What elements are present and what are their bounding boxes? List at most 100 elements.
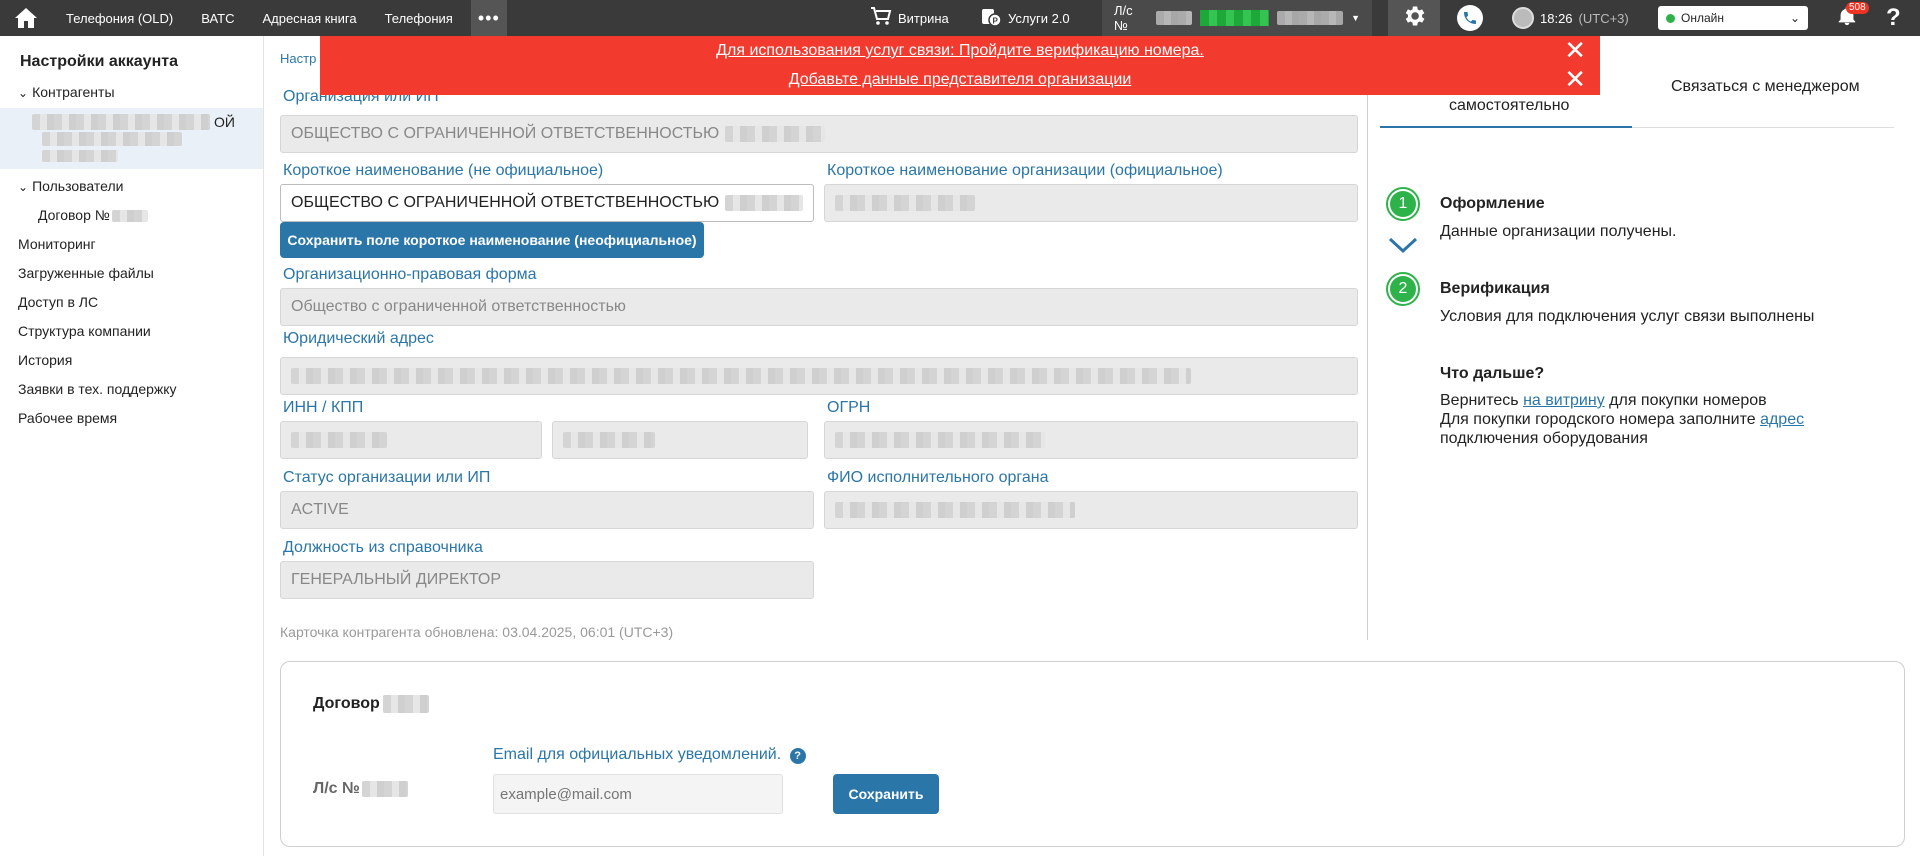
nav-telephony-old[interactable]: Телефония (OLD) <box>52 0 187 36</box>
short-official-field <box>824 184 1358 222</box>
services-link[interactable]: P Услуги 2.0 <box>980 0 1070 36</box>
chevron-down-icon: ⌄ <box>18 86 29 100</box>
email-label: Email для официальных уведомлений. ? <box>493 746 806 764</box>
inn-kpp-label: ИНН / КПП <box>283 399 364 416</box>
account-balance-redacted <box>1200 10 1269 26</box>
tab-contact-manager[interactable]: Связаться с менеджером <box>1671 78 1860 96</box>
sidebar-item-label: Пользователи <box>32 178 124 194</box>
fio-field <box>824 491 1358 529</box>
sidebar-title: Настройки аккаунта <box>20 53 178 70</box>
sidebar-item-contractor-selected[interactable]: ОЙ <box>0 108 263 169</box>
ogrn-redacted <box>835 432 1045 448</box>
chevron-down-icon: ▼ <box>1351 13 1360 23</box>
services-label: Услуги 2.0 <box>1008 10 1070 26</box>
showcase-link[interactable]: Витрина <box>870 0 949 36</box>
save-button[interactable]: Сохранить <box>833 774 939 814</box>
step-1-number: 1 <box>1390 191 1416 217</box>
sidebar-item-company-structure[interactable]: Структура компании <box>18 323 151 339</box>
legal-form-field: Общество с ограниченной ответственностью <box>280 288 1358 326</box>
contract-account-label: Л/с № <box>313 780 360 797</box>
help-button[interactable]: ? <box>1886 0 1901 36</box>
sidebar-item-label: Договор № <box>38 207 110 223</box>
next-line-1-text: Вернитесь <box>1440 392 1524 409</box>
chevron-down-icon: ⌄ <box>1789 11 1800 25</box>
sidebar-item-access[interactable]: Доступ в ЛС <box>18 294 98 310</box>
next-line-1: Вернитесь на витрину для покупки номеров <box>1440 392 1767 410</box>
nav-address-book[interactable]: Адресная книга <box>248 0 370 36</box>
ogrn-field <box>824 421 1358 459</box>
settings-button[interactable] <box>1388 0 1440 36</box>
address-label: Юридический адрес <box>283 330 434 347</box>
nav-vats[interactable]: ВАТС <box>187 0 248 36</box>
breadcrumb[interactable]: Настр <box>280 51 316 66</box>
home-icon[interactable] <box>0 0 52 36</box>
sidebar-item-working-hours[interactable]: Рабочее время <box>18 410 117 426</box>
contract-title-text: Договор <box>313 695 380 713</box>
account-selector[interactable]: Л/с № ▼ <box>1102 0 1372 36</box>
step-1-icon: 1 <box>1386 187 1420 221</box>
contract-account: Л/с № <box>313 780 408 798</box>
sidebar-item-monitoring[interactable]: Мониторинг <box>18 236 96 252</box>
avatar <box>1512 7 1534 29</box>
sidebar-item-history[interactable]: История <box>18 352 72 368</box>
notifications-count-badge: 508 <box>1846 2 1869 14</box>
alert-verification-text[interactable]: Для использования услуг связи: Пройдите … <box>716 42 1204 59</box>
short-official-redacted <box>835 195 975 211</box>
nav-telephony[interactable]: Телефония <box>371 0 467 36</box>
close-icon[interactable]: ✕ <box>1564 66 1586 92</box>
contract-title: Договор <box>313 695 429 713</box>
step-2-title: Верификация <box>1440 280 1550 297</box>
sidebar-item-contractors[interactable]: ⌄ Контрагенты <box>18 84 115 100</box>
org-field: ОБЩЕСТВО С ОГРАНИЧЕННОЙ ОТВЕТСТВЕННОСТЬЮ <box>280 115 1358 153</box>
next-line-3: подключения оборудования <box>1440 430 1648 447</box>
sidebar-item-uploaded-files[interactable]: Загруженные файлы <box>18 265 154 281</box>
phone-icon <box>1457 5 1483 31</box>
status-value: Онлайн <box>1681 11 1724 25</box>
alert-representative-text[interactable]: Добавьте данные представителя организаци… <box>789 71 1132 88</box>
sidebar-item-contract[interactable]: Договор № <box>38 207 148 223</box>
contractor-name-redacted-2 <box>42 132 182 146</box>
org-status-label: Статус организации или ИП <box>283 469 491 486</box>
showcase-link-inline[interactable]: на витрину <box>1523 392 1605 409</box>
panel-divider <box>1367 36 1368 640</box>
contractor-name-redacted <box>32 114 210 130</box>
sidebar-item-support-requests[interactable]: Заявки в тех. поддержку <box>18 381 177 397</box>
top-bar: Телефония (OLD) ВАТС Адресная книга Теле… <box>0 0 1920 36</box>
question-icon[interactable]: ? <box>789 748 806 764</box>
kpp-field <box>552 421 808 459</box>
alert-representative[interactable]: Добавьте данные представителя организаци… <box>320 65 1600 95</box>
contract-number-redacted <box>382 695 429 713</box>
chevron-down-icon: ⌄ <box>18 180 29 194</box>
user-clock[interactable]: 18:26 (UTC+3) <box>1512 0 1629 36</box>
address-field <box>280 357 1358 395</box>
sidebar-item-users[interactable]: ⌄ Пользователи <box>18 178 123 194</box>
address-link[interactable]: адрес <box>1760 411 1804 428</box>
sidebar-item-label: Контрагенты <box>32 84 115 100</box>
step-2-icon: 2 <box>1386 272 1420 306</box>
org-value: ОБЩЕСТВО С ОГРАНИЧЕННОЙ ОТВЕТСТВЕННОСТЬЮ <box>291 125 720 142</box>
step-1-text: Данные организации получены. <box>1440 223 1677 240</box>
contractor-name-tail: ОЙ <box>214 114 235 130</box>
short-name-input[interactable]: ОБЩЕСТВО С ОГРАНИЧЕННОЙ ОТВЕТСТВЕННОСТЬЮ <box>280 184 814 222</box>
status-select[interactable]: Онлайн ⌄ <box>1658 6 1808 30</box>
chevron-down-icon[interactable] <box>1388 235 1418 260</box>
tab-self[interactable]: самостоятельно <box>1449 97 1569 115</box>
online-dot-icon <box>1666 13 1675 23</box>
step-2-text: Условия для подключения услуг связи выпо… <box>1440 308 1815 325</box>
more-menu-button[interactable]: ••• <box>470 0 507 36</box>
position-field: ГЕНЕРАЛЬНЫЙ ДИРЕКТОР <box>280 561 814 599</box>
alert-verification[interactable]: Для использования услуг связи: Пройдите … <box>320 36 1600 65</box>
tab-divider <box>1632 127 1894 128</box>
phone-button[interactable] <box>1456 0 1484 36</box>
save-short-name-button[interactable]: Сохранить поле короткое наименование (не… <box>280 222 704 258</box>
step-1-title: Оформление <box>1440 195 1545 212</box>
contract-account-redacted <box>361 780 408 797</box>
account-name-redacted <box>1276 11 1344 25</box>
svg-text:P: P <box>993 16 999 25</box>
next-line-2: Для покупки городского номера заполните … <box>1440 411 1804 429</box>
close-icon[interactable]: ✕ <box>1564 37 1586 63</box>
org-status-field: ACTIVE <box>280 491 814 529</box>
email-label-text: Email для официальных уведомлений. <box>493 746 782 763</box>
email-input[interactable] <box>493 774 783 814</box>
contractor-name-redacted-3 <box>42 150 118 162</box>
